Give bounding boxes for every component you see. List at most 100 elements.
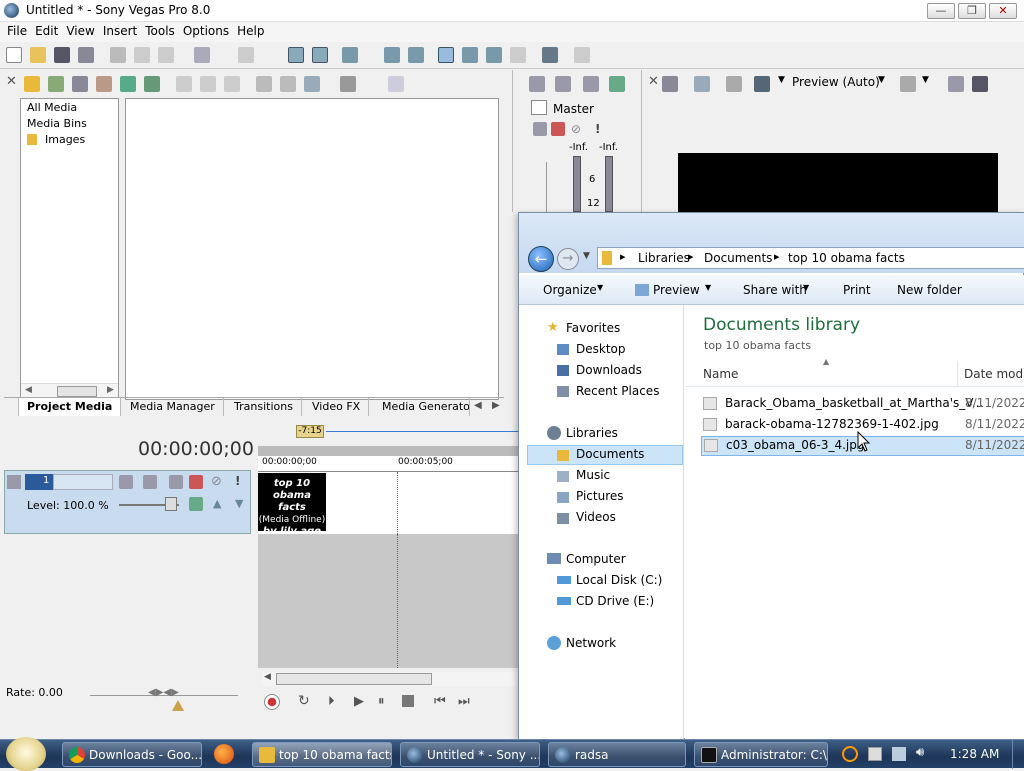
stop-preview-icon[interactable]: [280, 76, 296, 92]
nav-computer[interactable]: Computer: [566, 552, 626, 566]
import-media-icon[interactable]: [24, 76, 40, 92]
back-arrow-icon[interactable]: ←: [528, 246, 554, 272]
get-media-icon[interactable]: [72, 76, 88, 92]
auto-crossfade-icon[interactable]: [312, 47, 328, 63]
show-desktop-button[interactable]: [1012, 740, 1024, 769]
start-button[interactable]: [6, 737, 46, 771]
views-icon[interactable]: [340, 76, 356, 92]
nav-recent-places[interactable]: Recent Places: [576, 384, 659, 398]
timeline-scroll-left-icon[interactable]: ◀: [264, 672, 271, 682]
new-icon[interactable]: [6, 47, 22, 63]
master-fx-chain-icon[interactable]: [551, 122, 565, 136]
play-from-start-icon[interactable]: ⏵: [328, 694, 335, 709]
breadcrumb-chevron-icon[interactable]: ▸: [688, 250, 694, 263]
tray-clock[interactable]: 1:28 AM: [950, 747, 999, 761]
video-clip[interactable]: top 10 obama facts (Media Offline) by li…: [258, 473, 326, 549]
cut-icon[interactable]: [110, 47, 126, 63]
breadcrumb-documents[interactable]: Documents: [704, 251, 772, 265]
make-parent-icon[interactable]: [143, 475, 157, 489]
nav-cd-drive[interactable]: CD Drive (E:): [576, 594, 654, 608]
close-preview-icon[interactable]: ✕: [648, 74, 659, 89]
file-row[interactable]: Barack_Obama_basketball_at_Martha's_V...…: [701, 394, 1024, 414]
maximize-button[interactable]: ❐: [958, 3, 986, 19]
track-motion-icon[interactable]: [169, 475, 183, 489]
tray-volume-icon[interactable]: 🔊︎: [916, 745, 924, 760]
breadcrumb-current-folder[interactable]: top 10 obama facts: [788, 251, 905, 265]
media-properties-icon[interactable]: [224, 76, 240, 92]
save-icon[interactable]: [54, 47, 70, 63]
task-radsa[interactable]: radsa: [548, 742, 686, 767]
ripple-edit-icon[interactable]: [342, 47, 358, 63]
address-bar[interactable]: ▸ Libraries ▸ Documents ▸ top 10 obama f…: [597, 247, 1024, 269]
downmix-icon[interactable]: [555, 76, 571, 92]
firefox-icon[interactable]: [214, 744, 234, 764]
normal-edit-tool-icon[interactable]: [438, 47, 454, 63]
loop-bar[interactable]: [258, 446, 518, 456]
mute-icon[interactable]: ⊘: [211, 474, 222, 489]
tabs-scroll-right-icon[interactable]: ▶: [492, 400, 500, 411]
selection-tool-icon[interactable]: [486, 47, 502, 63]
task-sony-vegas[interactable]: Untitled * - Sony ...: [400, 742, 540, 767]
nav-favorites[interactable]: Favorites: [566, 321, 620, 335]
go-to-end-icon[interactable]: ⏭: [458, 694, 470, 709]
remove-unused-icon[interactable]: [200, 76, 216, 92]
auto-preview-icon[interactable]: [304, 76, 320, 92]
level-slider-thumb[interactable]: [165, 497, 177, 511]
master-mute-icon[interactable]: ⊘: [571, 122, 581, 136]
new-folder-button[interactable]: New folder: [897, 283, 962, 297]
tree-item-all-media[interactable]: All Media: [27, 101, 77, 114]
record-icon[interactable]: [264, 694, 280, 710]
split-screen-icon[interactable]: [726, 76, 742, 92]
quality-dropdown-icon[interactable]: ▼: [878, 75, 885, 85]
stop-icon[interactable]: [402, 695, 414, 707]
save-snapshot-icon[interactable]: [972, 76, 988, 92]
timeline-hscrollbar[interactable]: ◀: [262, 672, 516, 686]
menu-file[interactable]: File: [3, 22, 31, 38]
task-command-prompt[interactable]: Administrator: C:\...: [694, 742, 828, 767]
breadcrumb-chevron-icon[interactable]: ▸: [620, 250, 626, 263]
breadcrumb-libraries[interactable]: Libraries: [638, 251, 690, 265]
compositing-mode-icon[interactable]: [119, 475, 133, 489]
tab-media-generators[interactable]: Media Generato: [374, 398, 470, 416]
nav-libraries[interactable]: Libraries: [566, 426, 618, 440]
dim-output-icon[interactable]: [583, 76, 599, 92]
zoom-tool-icon[interactable]: [510, 47, 526, 63]
nav-network[interactable]: Network: [566, 636, 616, 650]
tree-item-images[interactable]: Images: [45, 133, 85, 146]
minimize-button[interactable]: —: [927, 3, 955, 19]
menu-tools[interactable]: Tools: [141, 22, 179, 38]
nav-local-disk[interactable]: Local Disk (C:): [576, 573, 662, 587]
column-date-modified[interactable]: Date modifi: [964, 367, 1024, 381]
recent-pages-icon[interactable]: ▼: [583, 251, 590, 261]
menu-help[interactable]: Help: [233, 22, 268, 38]
scroll-right-icon[interactable]: ▶: [107, 385, 114, 395]
column-name[interactable]: Name: [703, 367, 738, 381]
tray-search-icon[interactable]: [842, 746, 858, 762]
close-panel-icon[interactable]: ✕: [6, 74, 17, 89]
menu-insert[interactable]: Insert: [99, 22, 141, 38]
menu-view[interactable]: View: [62, 22, 98, 38]
preview-properties-icon[interactable]: [662, 76, 678, 92]
copy-snapshot-icon[interactable]: [948, 76, 964, 92]
rate-slider-thumb[interactable]: ◀▶◀▶: [148, 687, 179, 698]
forward-arrow-icon[interactable]: →: [557, 248, 579, 270]
paste-icon[interactable]: [158, 47, 174, 63]
scroll-left-icon[interactable]: ◀: [25, 385, 32, 395]
insert-bus-icon[interactable]: [529, 76, 545, 92]
nav-pictures[interactable]: Pictures: [576, 489, 624, 503]
replace-icon[interactable]: [120, 76, 136, 92]
copy-icon[interactable]: [134, 47, 150, 63]
tab-project-media[interactable]: Project Media: [18, 398, 122, 416]
column-divider[interactable]: [957, 361, 958, 387]
vegas-app-icon[interactable]: [4, 3, 19, 18]
master-fx-icon[interactable]: [531, 100, 547, 115]
play-icon[interactable]: ▶: [354, 694, 364, 709]
mixer-properties-icon[interactable]: [609, 76, 625, 92]
edit-tool-icon[interactable]: [542, 47, 558, 63]
task-explorer-folder[interactable]: top 10 obama facts: [252, 742, 392, 767]
move-track-up-icon[interactable]: ▲: [213, 497, 221, 510]
timeline-scroll-thumb[interactable]: [276, 673, 432, 685]
video-track-header[interactable]: 1 ⊘ ! Level: 100.0 % ▲ ▼: [4, 470, 251, 534]
empty-track-area[interactable]: [258, 534, 518, 668]
tray-action-center-icon[interactable]: [868, 747, 882, 761]
